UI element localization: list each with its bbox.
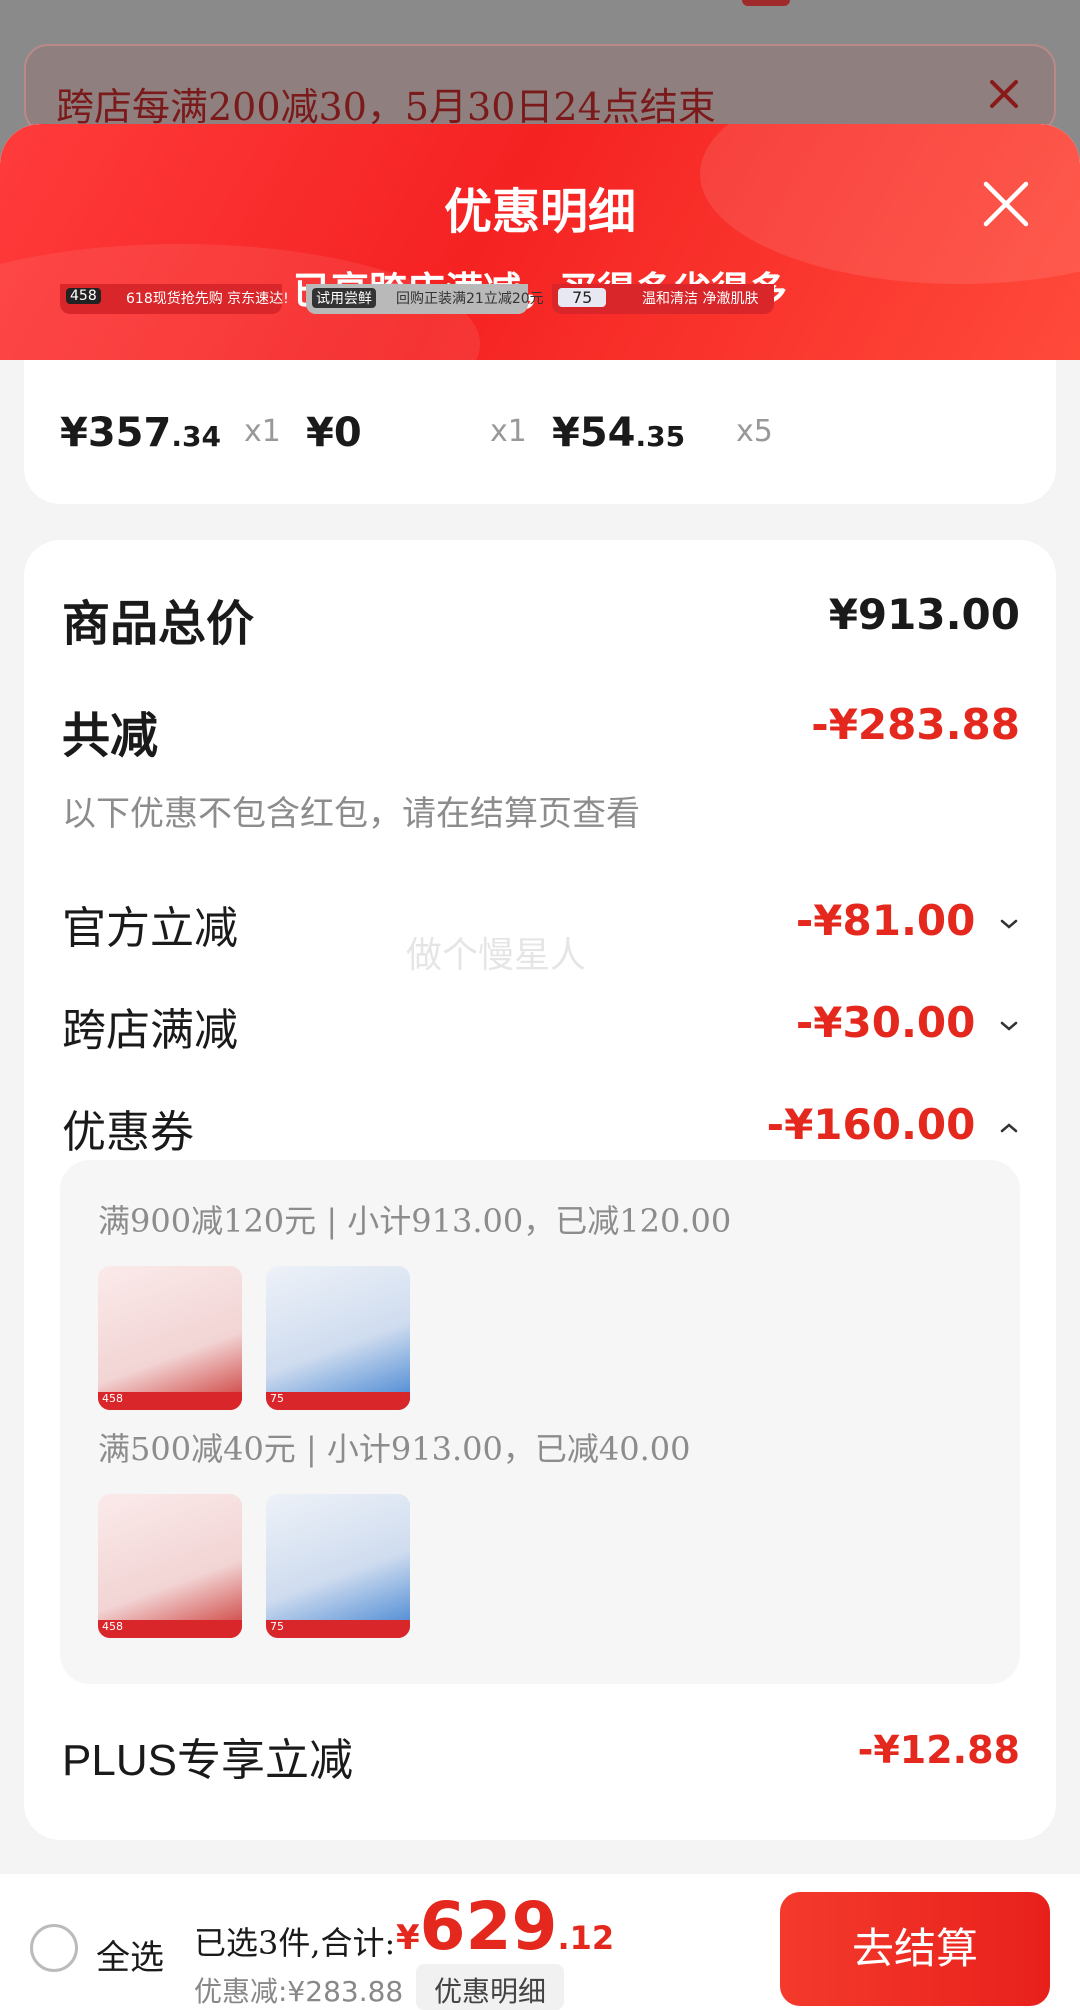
notice-close-icon[interactable] xyxy=(984,74,1024,114)
coupon-detail-box: 满900减120元 | 小计913.00，已减120.00 458 75 满50… xyxy=(60,1160,1020,1684)
product-price-int: ¥54 xyxy=(552,410,636,456)
product-strip-text: 618现货抢先购 京东速达! xyxy=(126,291,289,307)
sheet-title: 优惠明细 xyxy=(443,184,636,240)
coupon-product-thumb[interactable]: 458 xyxy=(98,1266,242,1410)
product-strip-text: 回购正装满21立减20元 xyxy=(396,291,544,307)
checkout-button[interactable]: 去结算 xyxy=(780,1892,1050,2006)
sheet-header: 优惠明细 已享跨店满减，买得多省得多 xyxy=(0,124,1080,360)
watermark: 做个慢星人 xyxy=(406,935,587,976)
select-all-radio[interactable] xyxy=(30,1924,78,1972)
coupon-product-thumb[interactable]: 75 xyxy=(266,1266,410,1410)
official-discount-value: -¥81.00 xyxy=(795,896,976,945)
saved-amount: 优惠减:¥283.88 xyxy=(194,1975,404,2008)
select-all-label[interactable]: 全选 xyxy=(96,1930,164,1979)
product-price: ¥54.35 xyxy=(552,410,685,456)
total-dec: .12 xyxy=(557,1919,615,1957)
product-thumb-strip[interactable]: 458 618现货抢先购 京东速达! xyxy=(60,284,289,314)
coupon-rule-text: 满900减120元 | 小计913.00，已减120.00 xyxy=(98,1202,732,1240)
product-price-dec: .35 xyxy=(635,420,686,453)
checkout-bar: 全选 已选3件,合计: ¥629.12 优惠减:¥283.88 优惠明细 去结算 xyxy=(0,1874,1080,2010)
cross-store-discount-toggle[interactable]: -¥30.00 xyxy=(796,998,1020,1047)
coupon-thumb-badge: 75 xyxy=(266,1392,410,1410)
coupon-thumb-badge: 458 xyxy=(98,1392,242,1410)
product-price: ¥357.34 xyxy=(60,410,221,456)
coupon-rule-text: 满500减40元 | 小计913.00，已减40.00 xyxy=(98,1430,691,1468)
close-icon[interactable] xyxy=(980,178,1032,230)
total-currency: ¥ xyxy=(396,1918,420,1958)
product-price: ¥0 xyxy=(306,410,362,456)
product-qty: x1 xyxy=(490,414,527,449)
coupon-product-thumb[interactable]: 75 xyxy=(266,1494,410,1638)
product-price-int: ¥0 xyxy=(306,410,362,456)
cross-store-discount-value: -¥30.00 xyxy=(795,998,976,1047)
reduce-hint: 以下优惠不包含红包，请在结算页查看 xyxy=(62,794,640,834)
coupon-discount-toggle[interactable]: -¥160.00 xyxy=(767,1100,1020,1149)
official-discount-toggle[interactable]: -¥81.00 xyxy=(796,896,1020,945)
total-reduce-value: -¥283.88 xyxy=(811,700,1020,749)
product-price-int: ¥357 xyxy=(60,410,172,456)
total-price-value: ¥913.00 xyxy=(828,590,1020,639)
coupon-discount-label[interactable]: 优惠券 xyxy=(62,1096,194,1160)
product-thumb-strip[interactable]: 试用尝鲜 回购正装满21立减20元 xyxy=(306,284,544,314)
plus-discount-label: PLUS专享立减 xyxy=(62,1736,353,1785)
product-qty: x1 xyxy=(244,414,281,449)
chevron-down-icon xyxy=(1000,1021,1018,1031)
chevron-down-icon xyxy=(1000,919,1018,929)
total-price-label: 商品总价 xyxy=(62,596,255,652)
product-strip-text: 温和清洁 净澈肌肤 xyxy=(642,291,759,307)
plus-discount-value: -¥12.88 xyxy=(857,1728,1020,1772)
product-badge: 458 xyxy=(66,288,101,304)
coupon-product-thumb[interactable]: 458 xyxy=(98,1494,242,1638)
promo-notice: 跨店每满200减30，5月30日24点结束 xyxy=(24,44,1056,134)
selected-summary: 已选3件,合计: xyxy=(194,1924,396,1962)
discount-detail-sheet: 优惠明细 已享跨店满减，买得多省得多 458 618现货抢先购 京东速达! 试用… xyxy=(0,124,1080,2010)
product-badge: 75 xyxy=(558,288,607,307)
discount-detail-card: 商品总价 ¥913.00 共减 -¥283.88 以下优惠不包含红包，请在结算页… xyxy=(24,540,1056,1840)
total-amount: ¥629.12 xyxy=(396,1888,614,1965)
official-discount-label[interactable]: 官方立减 xyxy=(62,892,238,956)
backdrop-indicator xyxy=(742,0,790,6)
cross-store-discount-label[interactable]: 跨店满减 xyxy=(62,994,238,1058)
discount-detail-button[interactable]: 优惠明细 xyxy=(416,1964,565,2010)
coupon-discount-value: -¥160.00 xyxy=(766,1100,976,1149)
product-badge: 试用尝鲜 xyxy=(312,288,376,308)
coupon-thumb-badge: 458 xyxy=(98,1620,242,1638)
product-price-dec: .34 xyxy=(171,420,221,453)
product-qty: x5 xyxy=(736,414,773,449)
promo-notice-text: 跨店每满200减30，5月30日24点结束 xyxy=(56,85,716,129)
total-int: 629 xyxy=(419,1888,558,1965)
product-thumb-strip[interactable]: 75 温和清洁 净澈肌肤 xyxy=(552,284,774,314)
chevron-up-icon xyxy=(1000,1122,1018,1132)
coupon-thumb-badge: 75 xyxy=(266,1620,410,1638)
total-reduce-label: 共减 xyxy=(62,708,159,764)
